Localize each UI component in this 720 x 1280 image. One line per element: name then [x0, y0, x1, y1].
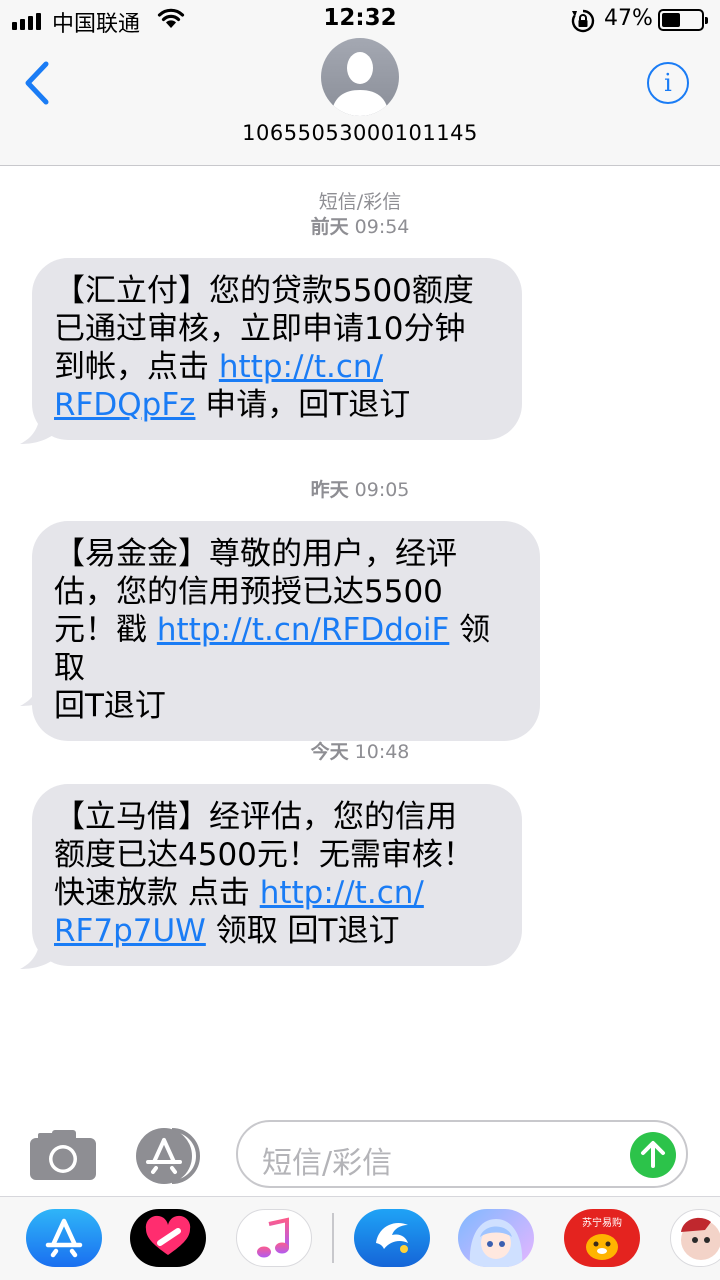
message-text: 申请，回T退订 — [195, 387, 411, 423]
drawer-divider — [332, 1213, 334, 1263]
digital-touch-app[interactable] — [130, 1209, 206, 1267]
music-note-icon — [257, 1217, 289, 1258]
sticker-icon — [681, 1217, 720, 1260]
battery-icon — [658, 9, 708, 31]
dolphin-icon — [376, 1223, 408, 1253]
timestamp-3: 今天 10:48 — [0, 740, 720, 764]
rotation-lock-icon — [571, 9, 595, 33]
info-icon: i — [664, 69, 672, 97]
message-text: 到帐，点击 — [54, 349, 219, 385]
apps-button[interactable] — [134, 1126, 200, 1184]
message-text: 快速放款 点击 — [54, 875, 260, 911]
message-line: 【立马借】经评估，您的信用 — [54, 798, 496, 836]
message-text: 【汇立付】您的贷款5500额度 — [54, 273, 474, 309]
app-store-app[interactable] — [26, 1209, 102, 1267]
message-text: 回T退订 — [54, 688, 166, 724]
camera-button[interactable] — [30, 1130, 96, 1184]
message-link[interactable]: http://t.cn/RFDdoiF — [157, 612, 449, 648]
message-line: 元！戳 http://t.cn/RFDdoiF 领取 — [54, 611, 514, 687]
back-button[interactable] — [20, 58, 56, 108]
message-line: 回T退订 — [54, 687, 514, 725]
contact-number[interactable]: 10655053000101145 — [0, 121, 720, 145]
app-store-icon — [136, 1128, 200, 1184]
message-line: 已通过审核，立即申请10分钟 — [54, 310, 496, 348]
message-link[interactable]: RF7p7UW — [54, 913, 206, 949]
timestamp-day: 昨天 — [310, 479, 349, 501]
game-app[interactable] — [458, 1209, 534, 1267]
message-text: 额度已达4500元！无需审核！ — [54, 837, 474, 873]
app-store-icon — [45, 1218, 83, 1258]
info-button[interactable]: i — [647, 62, 689, 104]
chevron-left-icon — [25, 61, 49, 105]
timestamp-time: 09:05 — [354, 479, 410, 501]
message-bubble[interactable]: 【汇立付】您的贷款5500额度 已通过审核，立即申请10分钟 到帐，点击 htt… — [32, 258, 522, 440]
app-drawer: 苏宁易购 — [0, 1196, 720, 1280]
timestamp-day: 今天 — [310, 741, 349, 763]
message-bubble[interactable]: 【立马借】经评估，您的信用 额度已达4500元！无需审核！ 快速放款 点击 ht… — [32, 784, 522, 966]
suning-logo-icon: 苏宁易购 — [582, 1216, 622, 1260]
message-text: 已通过审核，立即申请10分钟 — [54, 311, 466, 347]
message-link[interactable]: http://t.cn/ — [260, 875, 424, 911]
timestamp-time: 10:48 — [354, 741, 410, 763]
message-text: 【立马借】经评估，您的信用 — [54, 799, 457, 835]
message-line: 快速放款 点击 http://t.cn/ — [54, 874, 496, 912]
message-line: 【易金金】尊敬的用户，经评 — [54, 535, 514, 573]
message-text: 领取 回T退订 — [205, 913, 400, 949]
dolphin-app[interactable] — [354, 1209, 430, 1267]
timestamp-time: 09:54 — [354, 216, 410, 238]
conversation-header: 中国联通 12:32 47% 10655053000101145 i — [0, 0, 720, 166]
heart-icon — [145, 1215, 191, 1255]
message-text: 估，您的信用预授已达5500 — [54, 574, 443, 610]
timestamp-2: 昨天 09:05 — [0, 478, 720, 502]
message-bubble[interactable]: 【易金金】尊敬的用户，经评 估，您的信用预授已达5500 元！戳 http://… — [32, 521, 540, 741]
anime-character-icon — [469, 1219, 523, 1267]
message-line: 估，您的信用预授已达5500 — [54, 573, 514, 611]
message-text: 【易金金】尊敬的用户，经评 — [54, 536, 457, 572]
message-link[interactable]: http://t.cn/ — [219, 349, 383, 385]
person-silhouette-icon — [331, 52, 389, 116]
message-line: 【汇立付】您的贷款5500额度 — [54, 272, 496, 310]
message-line: RF7p7UW 领取 回T退订 — [54, 912, 496, 950]
suning-logo-text: 苏宁易购 — [582, 1216, 622, 1229]
status-bar: 中国联通 12:32 47% — [0, 0, 720, 40]
message-line: 到帐，点击 http://t.cn/ — [54, 348, 496, 386]
message-type-label: 短信/彩信 — [318, 191, 402, 213]
music-app[interactable] — [236, 1209, 312, 1267]
camera-icon — [30, 1130, 96, 1180]
contact-avatar[interactable] — [321, 38, 399, 116]
send-button[interactable] — [630, 1132, 676, 1178]
message-link[interactable]: RFDQpFz — [54, 387, 195, 423]
message-line: 额度已达4500元！无需审核！ — [54, 836, 496, 874]
message-input-placeholder: 短信/彩信 — [262, 1146, 393, 1181]
send-arrow-icon — [641, 1141, 665, 1168]
timestamp-1: 前天 09:54 — [0, 215, 720, 239]
timestamp-day: 前天 — [310, 216, 349, 238]
battery-percent: 47% — [604, 6, 653, 31]
message-input[interactable]: 短信/彩信 — [236, 1120, 688, 1188]
battery-level — [662, 13, 680, 27]
sticker-app[interactable] — [670, 1209, 720, 1267]
message-line: RFDQpFz 申请，回T退订 — [54, 386, 496, 424]
suning-app[interactable]: 苏宁易购 — [564, 1209, 640, 1267]
message-text: 元！戳 — [54, 612, 157, 648]
